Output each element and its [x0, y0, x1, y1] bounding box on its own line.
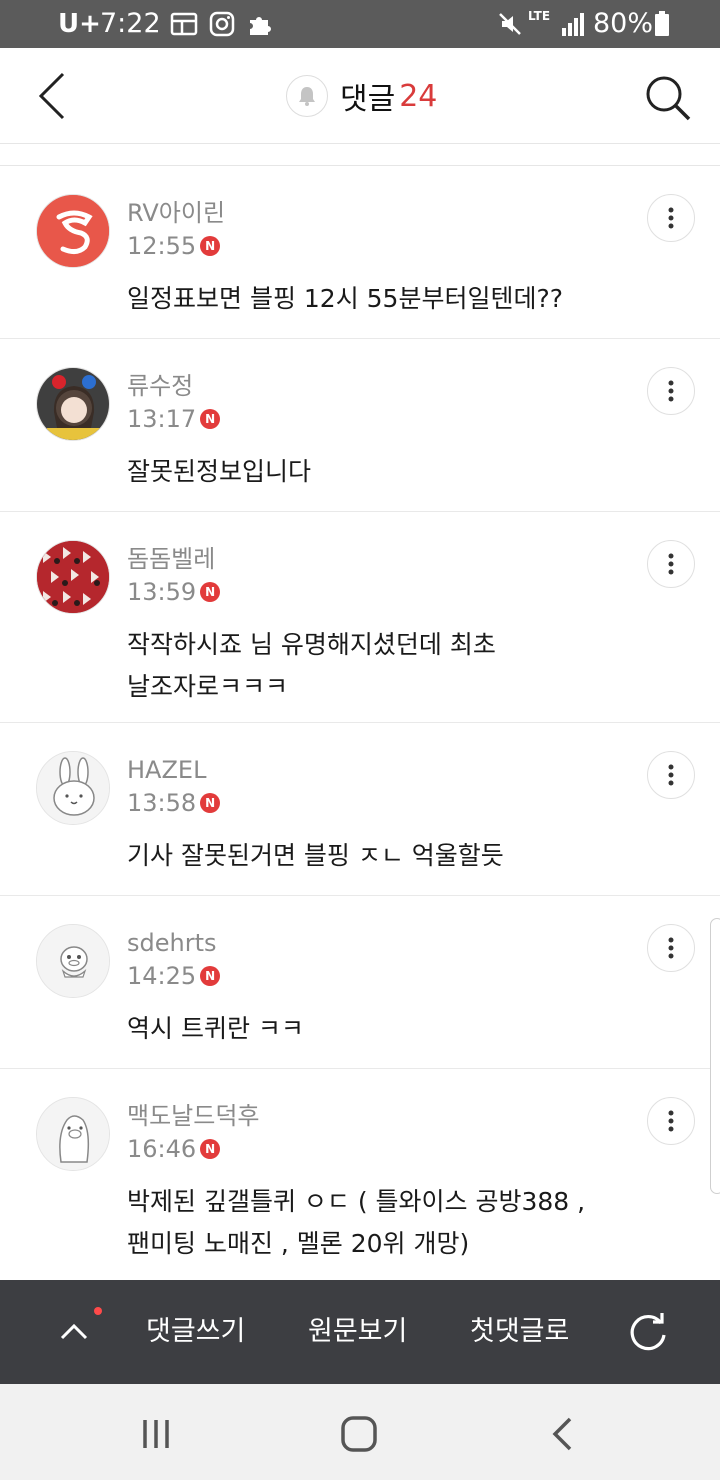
- comment-text: 작작하시죠 님 유명해지셨던데 최초 날조자로ㅋㅋㅋ: [127, 630, 496, 701]
- comment-author[interactable]: HAZEL: [127, 755, 206, 785]
- avatar[interactable]: [36, 194, 110, 268]
- scroll-top-button[interactable]: [52, 1310, 96, 1354]
- chevron-up-icon: [60, 1323, 88, 1340]
- system-back-button[interactable]: [536, 1408, 588, 1460]
- more-options-button[interactable]: [647, 924, 695, 972]
- new-badge: N: [200, 966, 221, 986]
- comment-meta: 13:17 N: [127, 404, 221, 434]
- avatar[interactable]: [36, 924, 110, 998]
- app-header: 댓글 24: [0, 48, 720, 144]
- scroll-handle[interactable]: [710, 918, 720, 1194]
- avatar[interactable]: [36, 367, 110, 441]
- first-comment-button[interactable]: 첫댓글로: [470, 1310, 569, 1354]
- comment-count: 24: [399, 78, 438, 114]
- back-button[interactable]: [24, 68, 80, 124]
- more-options-button[interactable]: [647, 1097, 695, 1145]
- more-icon: [668, 380, 674, 402]
- comment-meta: 12:55 N: [127, 231, 221, 261]
- system-nav-bar: [0, 1384, 720, 1480]
- refresh-button[interactable]: [624, 1308, 672, 1356]
- comment-author[interactable]: 맥도날드덕후: [127, 1101, 259, 1131]
- write-comment-button[interactable]: 댓글쓰기: [146, 1310, 245, 1354]
- comment-time: 13:17: [127, 405, 197, 433]
- back-icon: [38, 72, 65, 120]
- carrier-label: U+: [58, 9, 101, 39]
- comment-text: 박제된 깊갤틀퀴 ㅇㄷ ( 틀와이스 공방388 ,팬미팅 노매진 , 멜론 2…: [127, 1187, 586, 1258]
- comment-text: 기사 잘못된거면 블핑 ㅈㄴ 억울할듯: [127, 841, 504, 870]
- comment-time: 14:25: [127, 962, 197, 990]
- search-button[interactable]: [638, 68, 698, 128]
- comment-item: sdehrts 14:25 N 역시 트퀴란 ㅋㅋ: [0, 896, 720, 1069]
- more-icon: [668, 764, 674, 786]
- avatar[interactable]: [36, 540, 110, 614]
- comment-author[interactable]: sdehrts: [127, 928, 217, 958]
- more-options-button[interactable]: [647, 367, 695, 415]
- comment-time: 13:58: [127, 789, 197, 817]
- more-options-button[interactable]: [647, 751, 695, 799]
- news-icon: [170, 10, 198, 42]
- comment-text: 역시 트퀴란 ㅋㅋ: [127, 1014, 304, 1043]
- avatar[interactable]: [36, 1097, 110, 1171]
- instagram-icon: [208, 10, 236, 42]
- comment-author[interactable]: RV아이린: [127, 198, 225, 228]
- battery-percent: 80%: [593, 8, 654, 39]
- home-icon: [341, 1416, 377, 1452]
- comment-text: 일정표보면 블핑 12시 55분부터일텐데??: [127, 284, 564, 313]
- more-icon: [668, 937, 674, 959]
- new-badge: N: [200, 582, 221, 602]
- new-badge: N: [200, 793, 221, 813]
- comment-meta: 14:25 N: [127, 961, 221, 991]
- view-original-button[interactable]: 원문보기: [308, 1310, 407, 1354]
- bell-icon[interactable]: [286, 75, 328, 117]
- nav-back-icon: [552, 1417, 572, 1451]
- clock: 7:22: [100, 8, 161, 39]
- comment-time: 13:59: [127, 578, 197, 606]
- recents-icon: [143, 1420, 169, 1448]
- mute-icon: [496, 10, 524, 42]
- comment-meta: 13:59 N: [127, 577, 221, 607]
- refresh-icon: [630, 1313, 666, 1351]
- recents-button[interactable]: [130, 1408, 182, 1460]
- page-title: 댓글 24: [286, 74, 437, 118]
- comment-item: 돔돔벨레 13:59 N 작작하시죠 님 유명해지셨던데 최초 날조자로ㅋㅋㅋ: [0, 512, 720, 723]
- status-bar: U+ 7:22 LTE 80%: [0, 0, 720, 48]
- more-icon: [668, 207, 674, 229]
- comment-time: 12:55: [127, 232, 197, 260]
- bottom-action-bar: 댓글쓰기 원문보기 첫댓글로: [0, 1280, 720, 1384]
- signal-icon: [560, 10, 586, 42]
- more-options-button[interactable]: [647, 540, 695, 588]
- comment-author[interactable]: 류수정: [127, 371, 193, 401]
- more-icon: [668, 1110, 674, 1132]
- comment-item: HAZEL 13:58 N 기사 잘못된거면 블핑 ㅈㄴ 억울할듯: [0, 723, 720, 896]
- network-label: LTE: [528, 9, 551, 23]
- comment-item: 류수정 13:17 N 잘못된정보입니다: [0, 339, 720, 512]
- more-icon: [668, 553, 674, 575]
- title-label: 댓글: [340, 82, 396, 117]
- comment-meta: 13:58 N: [127, 788, 221, 818]
- avatar[interactable]: [36, 751, 110, 825]
- puzzle-icon: [246, 10, 274, 42]
- search-icon: [646, 76, 691, 121]
- comment-time: 16:46: [127, 1135, 197, 1163]
- home-button[interactable]: [333, 1408, 385, 1460]
- comment-meta: 16:46 N: [127, 1134, 221, 1164]
- comment-author[interactable]: 돔돔벨레: [127, 544, 215, 574]
- battery-icon: [654, 10, 670, 42]
- comment-item: 맥도날드덕후 16:46 N 박제된 깊갤틀퀴 ㅇㄷ ( 틀와이스 공방388 …: [0, 1069, 720, 1280]
- notification-dot: [94, 1307, 102, 1315]
- new-badge: N: [200, 1139, 221, 1159]
- new-badge: N: [200, 236, 221, 256]
- comment-item: RV아이린 12:55 N 일정표보면 블핑 12시 55분부터일텐데??: [0, 166, 720, 339]
- new-badge: N: [200, 409, 221, 429]
- comment-text: 잘못된정보입니다: [127, 457, 312, 486]
- more-options-button[interactable]: [647, 194, 695, 242]
